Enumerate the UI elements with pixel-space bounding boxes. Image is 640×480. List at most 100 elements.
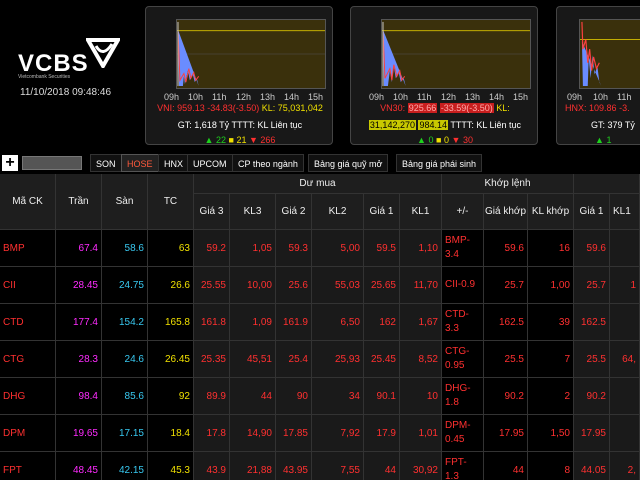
index-value: 925.66 (407, 103, 438, 113)
ask-vol1-cell (610, 304, 640, 341)
time-tick: 09h (567, 92, 583, 102)
ask-price1-cell: 162.5 (574, 304, 610, 341)
time-tick: 10h (393, 92, 409, 102)
match-vol-cell: 1,50 (528, 415, 574, 452)
tab-hnx[interactable]: HNX (158, 154, 190, 172)
bid-price3-cell: 25.55 (194, 267, 230, 304)
match-price-cell: 25.5 (484, 341, 528, 378)
symbol-cell[interactable]: CTD (0, 304, 56, 341)
bid-price1-cell: 17.9 (364, 415, 400, 452)
time-tick: 11h (417, 92, 432, 102)
symbol-cell[interactable]: FPT (0, 452, 56, 480)
volume-label: KL: (496, 103, 510, 113)
ask-price1-cell: 17.95 (574, 415, 610, 452)
floor-price-cell: 24.6 (102, 341, 148, 378)
bid-price3-cell: 89.9 (194, 378, 230, 415)
time-tick: 15h (308, 92, 324, 102)
col-header-match-price[interactable]: Giá khớp (484, 194, 528, 230)
bid-vol2-cell: 6,50 (312, 304, 364, 341)
vn30-index-panel[interactable]: 09h 10h 11h 12h 13h 14h 15h VN30: 925.66… (350, 6, 538, 145)
tab-hose[interactable]: HOSE (121, 154, 159, 172)
col-header-ref[interactable]: TC (148, 174, 194, 230)
col-header-bid-price3[interactable]: Giá 3 (194, 194, 230, 230)
time-tick: 15h (513, 92, 529, 102)
col-header-ask-price1[interactable]: Giá 1 (574, 194, 610, 230)
change-cell: CII-0.9 (442, 267, 484, 304)
match-vol-cell: 39 (528, 304, 574, 341)
tab-upcom[interactable]: UPCOM (187, 154, 233, 172)
tab-son[interactable]: SON (90, 154, 122, 172)
col-header-match-vol[interactable]: KL khớp (528, 194, 574, 230)
ref-price-cell: 18.4 (148, 415, 194, 452)
bid-price2-cell: 17.85 (276, 415, 312, 452)
bid-vol2-cell: 5,00 (312, 230, 364, 267)
bid-vol3-cell: 1,09 (230, 304, 276, 341)
bid-vol3-cell: 10,00 (230, 267, 276, 304)
tab-by-sector[interactable]: CP theo ngành (232, 154, 304, 172)
ceiling-price-cell: 28.3 (56, 341, 102, 378)
hnx-trade-value: GT: 379 Tỷ (591, 120, 635, 130)
bid-price1-cell: 25.65 (364, 267, 400, 304)
table-row[interactable]: CTG 28.3 24.6 26.45 25.35 45,51 25.4 25,93 25.45… (0, 341, 640, 378)
time-tick: 10h (593, 92, 609, 102)
time-tick: 09h (369, 92, 385, 102)
up-arrow-icon: ▲ (417, 135, 426, 145)
table-row[interactable]: CII 28.45 24.75 26.6 25.55 10,00 25.6 55,03 25.6… (0, 267, 640, 304)
bid-price2-cell: 25.4 (276, 341, 312, 378)
table-row[interactable]: DPM 19.65 17.15 18.4 17.8 14,90 17.85 7,92 17.9 1… (0, 415, 640, 452)
ask-price1-cell: 59.6 (574, 230, 610, 267)
symbol-cell[interactable]: DPM (0, 415, 56, 452)
ask-vol1-cell: 1 (610, 267, 640, 304)
symbol-cell[interactable]: CII (0, 267, 56, 304)
ceiling-price-cell: 48.45 (56, 452, 102, 480)
col-header-symbol[interactable]: Mã CK (0, 174, 56, 230)
tab-open-funds[interactable]: Bảng giá quỹ mở (308, 154, 389, 172)
ceiling-price-cell: 28.45 (56, 267, 102, 304)
match-vol-cell: 7 (528, 341, 574, 378)
bid-vol3-cell: 44 (230, 378, 276, 415)
col-header-bid-vol3[interactable]: KL3 (230, 194, 276, 230)
unchanged-count: 0 (443, 135, 449, 145)
col-header-ask-vol1[interactable]: KL1 (610, 194, 640, 230)
bid-vol1-cell: 11,70 (400, 267, 442, 304)
vni-index-panel[interactable]: 09h 10h 11h 12h 13h 14h 15h VNI: 959.13 … (145, 6, 333, 145)
time-tick: 10h (188, 92, 204, 102)
symbol-cell[interactable]: CTG (0, 341, 56, 378)
ask-price1-cell: 25.5 (574, 341, 610, 378)
col-header-bid-price1[interactable]: Giá 1 (364, 194, 400, 230)
hnx-index-panel[interactable]: 09h 10h 11h 12h HNX: 109.86 -3. GT: 379 … (556, 6, 640, 145)
add-symbol-button[interactable]: + (2, 155, 18, 171)
index-value: 109.86 (589, 103, 617, 113)
ref-price-cell: 26.6 (148, 267, 194, 304)
tab-derivatives[interactable]: Bảng giá phái sinh (396, 154, 483, 172)
symbol-search-input[interactable] (22, 156, 82, 170)
index-change: -34.83(-3.50) (207, 103, 260, 113)
col-header-bid-vol1[interactable]: KL1 (400, 194, 442, 230)
col-header-change[interactable]: +/- (442, 194, 484, 230)
bid-price2-cell: 59.3 (276, 230, 312, 267)
bid-vol1-cell: 1,67 (400, 304, 442, 341)
time-tick: 13h (465, 92, 481, 102)
ref-price-cell: 45.3 (148, 452, 194, 480)
table-row[interactable]: DHG 98.4 85.6 92 89.9 44 90 34 90.1 10 DHG-1.8 90.2… (0, 378, 640, 415)
bid-vol3-cell: 45,51 (230, 341, 276, 378)
table-row[interactable]: CTD 177.4 154.2 165.8 161.8 1,09 161.9 6,50 162 1… (0, 304, 640, 341)
ask-vol1-cell (610, 378, 640, 415)
col-header-ceiling[interactable]: Trần (56, 174, 102, 230)
symbol-cell[interactable]: BMP (0, 230, 56, 267)
bid-price1-cell: 25.45 (364, 341, 400, 378)
change-cell: BMP-3.4 (442, 230, 484, 267)
table-row[interactable]: FPT 48.45 42.15 45.3 43.9 21,88 43.95 7,55 44 30,… (0, 452, 640, 480)
ask-vol1-cell: 2, (610, 452, 640, 480)
trade-value: 984.14 (418, 120, 449, 130)
col-header-bid-price2[interactable]: Giá 2 (276, 194, 312, 230)
time-tick: 12h (236, 92, 252, 102)
symbol-cell[interactable]: DHG (0, 378, 56, 415)
bid-vol3-cell: 1,05 (230, 230, 276, 267)
ask-price1-cell: 90.2 (574, 378, 610, 415)
col-header-floor[interactable]: Sàn (102, 174, 148, 230)
col-header-bid-vol2[interactable]: KL2 (312, 194, 364, 230)
datetime: 11/10/2018 09:48:46 (20, 87, 112, 98)
change-cell: CTG-0.95 (442, 341, 484, 378)
table-row[interactable]: BMP 67.4 58.6 63 59.2 1,05 59.3 5,00 59.5 1,10 BMP… (0, 230, 640, 267)
